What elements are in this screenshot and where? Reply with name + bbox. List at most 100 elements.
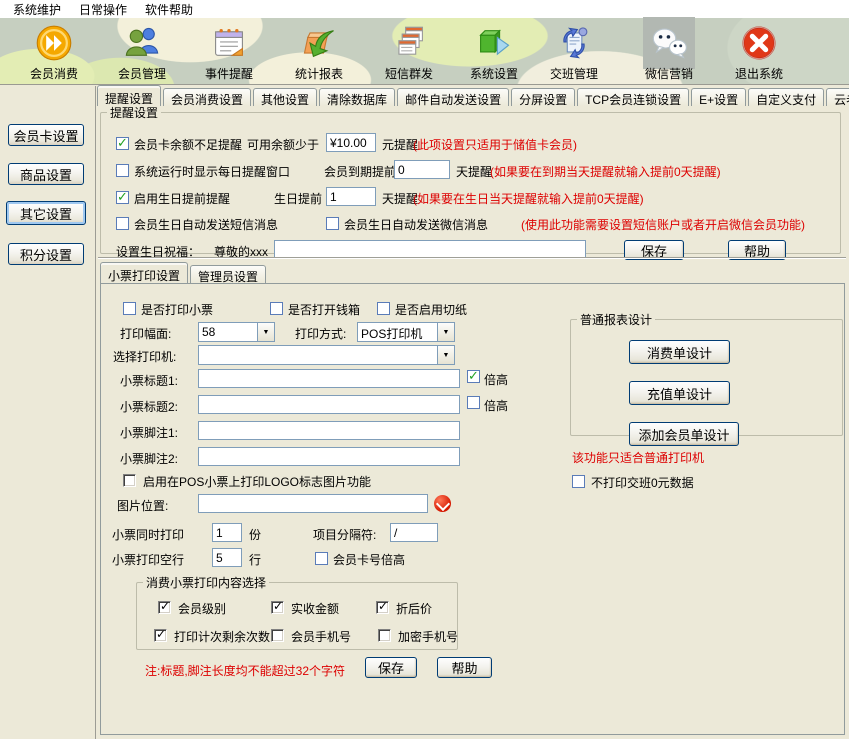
toolbar-event-reminder[interactable]: 事件提醒 <box>185 22 273 82</box>
copies-input[interactable] <box>212 523 242 542</box>
toolbar-system-settings[interactable]: 系统设置 <box>450 22 538 82</box>
add-member-slip-design-button[interactable]: 添加会员单设计 <box>629 422 739 446</box>
printer-select[interactable]: ▼ <box>198 345 455 365</box>
member-level-label: 会员级别 <box>178 600 226 617</box>
receipt-footer1-input[interactable] <box>198 421 460 440</box>
sidebar-item-product-settings[interactable]: 商品设置 <box>8 163 84 185</box>
print-save-button[interactable]: 保存 <box>365 657 417 678</box>
toolbar-label: 事件提醒 <box>205 65 253 82</box>
open-drawer-checkbox[interactable] <box>270 302 283 315</box>
chevron-down-icon[interactable]: ▼ <box>437 323 454 341</box>
section-divider <box>98 257 846 259</box>
birthday-wechat-checkbox[interactable] <box>326 217 339 230</box>
toolbar-report-stats[interactable]: 统计报表 <box>275 22 363 82</box>
birthday-reminder-checkbox[interactable] <box>116 191 129 204</box>
received-amount-label: 实收金额 <box>291 600 339 617</box>
daily-reminder-window-checkbox[interactable] <box>116 164 129 177</box>
expire-note: (如果要在到期当天提醒就输入提前0天提醒) <box>490 163 721 180</box>
birthday-reminder-label: 启用生日提前提醒 <box>134 190 230 207</box>
no-zero-shift-label: 不打印交班0元数据 <box>591 474 694 491</box>
receipt-footer2-label: 小票脚注2: <box>120 450 178 467</box>
blank-lines-input[interactable] <box>212 548 242 567</box>
shift-manage-icon <box>554 23 594 63</box>
chevron-down-icon[interactable]: ▼ <box>437 346 454 364</box>
print-logo-checkbox[interactable] <box>123 474 136 487</box>
tab-receipt-print-settings[interactable]: 小票打印设置 <box>100 262 188 283</box>
toolbar-member-manage[interactable]: 会员管理 <box>98 22 186 82</box>
print-mode-select[interactable]: POS打印机▼ <box>357 322 455 342</box>
paper-cut-label: 是否启用切纸 <box>395 301 467 318</box>
encrypted-phone-checkbox[interactable] <box>378 629 391 642</box>
menu-daily-ops[interactable]: 日常操作 <box>71 0 135 19</box>
remaining-times-checkbox[interactable] <box>154 629 167 642</box>
toolbar-label: 系统设置 <box>470 65 518 82</box>
low-balance-reminder-checkbox[interactable] <box>116 137 129 150</box>
item-separator-input[interactable] <box>390 523 438 542</box>
member-level-checkbox[interactable] <box>158 601 171 614</box>
receipt-footer2-input[interactable] <box>198 447 460 466</box>
image-path-input[interactable] <box>198 494 428 513</box>
toolbar-member-consume[interactable]: 会员消费 <box>10 22 98 82</box>
encrypted-phone-label: 加密手机号 <box>398 628 458 645</box>
birthday-sms-checkbox[interactable] <box>116 217 129 230</box>
cardno-double-checkbox[interactable] <box>315 552 328 565</box>
app-window: 系统维护 日常操作 软件帮助 会员消费 会员管理 事件提醒 统 <box>0 0 849 739</box>
paper-cut-checkbox[interactable] <box>377 302 390 315</box>
reminder-settings-group: 提醒设置 会员卡余额不足提醒 可用余额少于 元提醒 (此项设置只适用于储值卡会员… <box>100 104 841 254</box>
print-logo-label: 启用在POS小票上打印LOGO标志图片功能 <box>143 473 371 490</box>
sms-bulk-icon <box>389 23 429 63</box>
recharge-slip-design-button[interactable]: 充值单设计 <box>629 381 730 405</box>
discounted-price-label: 折后价 <box>396 600 432 617</box>
sidebar-item-member-card-settings[interactable]: 会员卡设置 <box>8 124 84 146</box>
toolbar-label: 短信群发 <box>385 65 433 82</box>
received-amount-checkbox[interactable] <box>271 601 284 614</box>
blank-lines-label: 小票打印空行 <box>112 551 184 568</box>
discounted-price-checkbox[interactable] <box>376 601 389 614</box>
sidebar-item-other-settings[interactable]: 其它设置 <box>6 201 86 225</box>
content-area: 提醒设置 会员消费设置 其他设置 清除数据库 邮件自动发送设置 分屏设置 TCP… <box>96 85 849 739</box>
sidebar-item-points-settings[interactable]: 积分设置 <box>8 243 84 265</box>
receipt-title2-input[interactable] <box>198 395 460 414</box>
receipt-title1-input[interactable] <box>198 369 460 388</box>
normal-printer-note: 该功能只适合普通打印机 <box>572 449 704 466</box>
member-manage-icon <box>122 23 162 63</box>
no-zero-shift-checkbox[interactable] <box>572 475 585 488</box>
receipt-content-legend: 消费小票打印内容选择 <box>143 574 269 591</box>
print-receipt-checkbox[interactable] <box>123 302 136 315</box>
days-remind-label: 天提醒 <box>456 163 492 180</box>
tab-reminder-settings[interactable]: 提醒设置 <box>97 85 161 106</box>
printer-select-label: 选择打印机: <box>113 348 176 365</box>
wechat-marketing-icon <box>649 23 689 63</box>
cardno-double-label: 会员卡号倍高 <box>333 551 405 568</box>
toolbar-shift-manage[interactable]: 交班管理 <box>530 22 618 82</box>
title2-double-height-checkbox[interactable] <box>467 396 480 409</box>
title1-double-height-checkbox[interactable] <box>467 370 480 383</box>
event-reminder-icon <box>209 23 249 63</box>
toolbar-label: 会员管理 <box>118 65 166 82</box>
print-receipt-label: 是否打印小票 <box>141 301 213 318</box>
member-phone-label: 会员手机号 <box>291 628 351 645</box>
paper-width-select[interactable]: 58▼ <box>198 322 275 342</box>
image-path-label: 图片位置: <box>117 497 168 514</box>
member-phone-checkbox[interactable] <box>271 629 284 642</box>
menu-system-maintain[interactable]: 系统维护 <box>5 0 69 19</box>
open-drawer-label: 是否打开钱箱 <box>288 301 360 318</box>
menu-help[interactable]: 软件帮助 <box>137 0 201 19</box>
chevron-down-icon[interactable]: ▼ <box>257 323 274 341</box>
low-balance-amount-input[interactable] <box>326 133 376 152</box>
toolbar-sms-bulk[interactable]: 短信群发 <box>365 22 453 82</box>
browse-image-icon[interactable] <box>434 495 451 512</box>
birthday-ahead-label: 生日提前 <box>274 190 322 207</box>
consume-slip-design-button[interactable]: 消费单设计 <box>629 340 730 364</box>
toolbar-exit-system[interactable]: 退出系统 <box>715 22 803 82</box>
tab-admin-settings[interactable]: 管理员设置 <box>190 265 266 283</box>
receipt-title1-label: 小票标题1: <box>120 372 178 389</box>
birthday-days-input[interactable] <box>326 187 376 206</box>
member-expire-ahead-label: 会员到期提前 <box>324 163 396 180</box>
birthday-sms-label: 会员生日自动发送短信消息 <box>134 216 278 233</box>
toolbar-wechat-marketing[interactable]: 微信营销 <box>625 22 713 82</box>
expire-days-input[interactable] <box>394 160 450 179</box>
print-mode-label: 打印方式: <box>295 325 346 342</box>
print-tabstrip: 小票打印设置 管理员设置 <box>100 262 840 283</box>
print-help-button[interactable]: 帮助 <box>437 657 492 678</box>
